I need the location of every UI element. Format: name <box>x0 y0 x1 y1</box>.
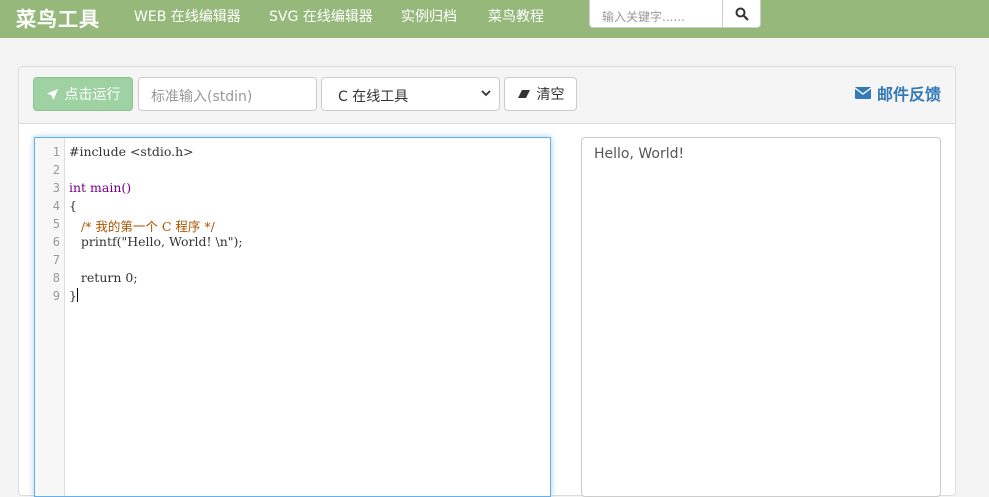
line-number: 4 <box>52 199 60 213</box>
search-button[interactable] <box>723 0 761 28</box>
envelope-icon <box>854 87 871 99</box>
code-line: return 0; <box>69 270 138 285</box>
code-line: #include <stdio.h> <box>69 144 194 159</box>
eraser-icon <box>517 90 530 98</box>
search-input[interactable]: 输入关键字...... <box>589 0 723 28</box>
line-number: 9 <box>52 289 60 303</box>
nav-link-examples[interactable]: 实例归档 <box>401 6 457 26</box>
text-cursor <box>76 288 78 302</box>
line-number: 3 <box>52 181 60 195</box>
clear-button-label: 清空 <box>536 87 565 103</box>
search-icon <box>735 7 749 21</box>
code-line-last: } <box>69 288 78 303</box>
nav-link-web-editor[interactable]: WEB 在线编辑器 <box>134 6 241 26</box>
line-number-gutter: 1 2 3 4 5 6 7 8 9 <box>35 138 65 496</box>
run-button-label: 点击运行 <box>64 87 121 103</box>
output-text: Hello, World! <box>594 146 685 162</box>
stdin-input[interactable]: 标准输入(stdin) <box>138 77 317 111</box>
code-editor[interactable]: 1 2 3 4 5 6 7 8 9 #include <stdio.h> int… <box>34 137 551 497</box>
output-panel: Hello, World! <box>581 137 941 497</box>
code-line: int main() <box>69 180 131 195</box>
line-number: 8 <box>52 271 60 285</box>
send-icon <box>46 88 58 100</box>
code-comment-line: /* 我的第一个 C 程序 */ <box>69 219 215 234</box>
chevron-down-icon <box>481 90 491 97</box>
line-number: 5 <box>52 217 60 231</box>
line-number: 6 <box>52 235 60 249</box>
toolbar: 点击运行 标准输入(stdin) C 在线工具 清空 邮件反馈 <box>19 67 955 124</box>
code-line-text: int main() <box>69 180 132 195</box>
language-select[interactable]: C 在线工具 <box>321 77 500 111</box>
top-navbar: 菜鸟工具 WEB 在线编辑器 SVG 在线编辑器 实例归档 菜鸟教程 输入关键字… <box>0 0 989 38</box>
clear-button[interactable]: 清空 <box>504 77 577 111</box>
line-number: 7 <box>52 253 60 267</box>
code-line: printf("Hello, World! \n"); <box>69 234 243 249</box>
line-number: 2 <box>52 163 60 177</box>
brand-logo[interactable]: 菜鸟工具 <box>16 3 100 32</box>
runner-panel: 点击运行 标准输入(stdin) C 在线工具 清空 邮件反馈 1 2 3 4 … <box>18 66 956 497</box>
language-select-value: C 在线工具 <box>338 89 409 105</box>
nav-link-tutorial[interactable]: 菜鸟教程 <box>488 6 544 26</box>
feedback-label: 邮件反馈 <box>876 85 941 104</box>
feedback-link[interactable]: 邮件反馈 <box>854 81 941 105</box>
line-number: 1 <box>52 145 60 159</box>
code-line-text: } <box>69 288 77 303</box>
nav-link-svg-editor[interactable]: SVG 在线编辑器 <box>269 6 373 26</box>
run-button[interactable]: 点击运行 <box>33 77 133 111</box>
code-line: { <box>69 198 77 213</box>
